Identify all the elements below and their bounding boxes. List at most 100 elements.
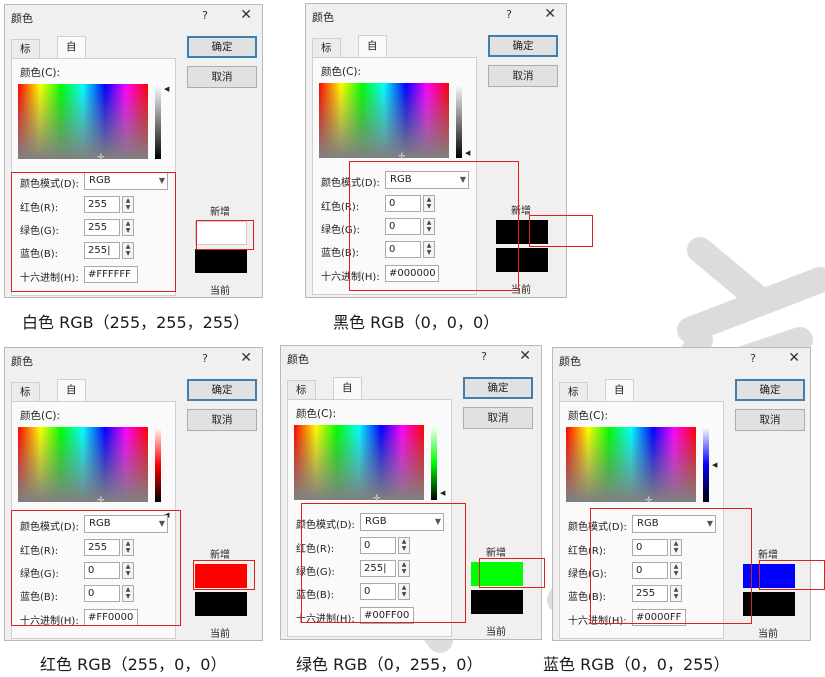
caption-5: 蓝色 RGB（0，0，255） bbox=[543, 655, 730, 674]
close-icon[interactable]: ✕ bbox=[240, 350, 252, 366]
ok-button[interactable]: 确定 bbox=[187, 379, 257, 401]
luminance-slider[interactable] bbox=[703, 427, 709, 502]
luminance-slider[interactable] bbox=[155, 84, 161, 159]
red-input[interactable]: 0 bbox=[632, 539, 668, 556]
blue-input[interactable]: 0 bbox=[360, 583, 396, 600]
tab-custom[interactable]: 自定义 bbox=[57, 36, 86, 95]
caption-1: 白色 RGB（255，255，255） bbox=[22, 313, 250, 332]
color-dialog-1: 颜色 ? ✕ 标准 自定义 颜色(C): ✛ ◀ 颜色模式(D): RGB ▼ … bbox=[4, 4, 263, 298]
tab-standard[interactable]: 标准 bbox=[287, 380, 316, 414]
chevron-down-icon: ▼ bbox=[706, 519, 713, 528]
cancel-button[interactable]: 取消 bbox=[735, 409, 805, 431]
luminance-slider[interactable] bbox=[456, 83, 462, 158]
crosshair-icon: ✛ bbox=[373, 494, 381, 504]
blue-input[interactable]: 0 bbox=[385, 241, 421, 258]
ok-button[interactable]: 确定 bbox=[187, 36, 257, 58]
custom-panel: 颜色(C): ✛ ◀ 颜色模式(D): RGB ▼ 红色(R): 0 ▲ ▼ 绿色… bbox=[287, 399, 452, 637]
color-spectrum[interactable] bbox=[18, 427, 148, 502]
cancel-button[interactable]: 取消 bbox=[463, 407, 533, 429]
hex-input[interactable]: #000000 bbox=[385, 265, 439, 282]
help-button[interactable]: ? bbox=[750, 352, 756, 365]
color-spectrum[interactable] bbox=[566, 427, 696, 502]
tab-standard[interactable]: 标准 bbox=[559, 382, 588, 416]
green-stepper[interactable]: ▲ ▼ bbox=[122, 219, 134, 236]
tab-custom[interactable]: 自定义 bbox=[605, 379, 634, 438]
green-stepper[interactable]: ▲ ▼ bbox=[122, 562, 134, 579]
tab-custom[interactable]: 自定义 bbox=[57, 379, 86, 438]
color-spectrum[interactable] bbox=[18, 84, 148, 159]
green-stepper[interactable]: ▲ ▼ bbox=[423, 218, 435, 235]
red-stepper[interactable]: ▲ ▼ bbox=[122, 196, 134, 213]
blue-stepper[interactable]: ▲ ▼ bbox=[423, 241, 435, 258]
green-input[interactable]: 255| bbox=[360, 560, 396, 577]
green-input[interactable]: 255 bbox=[84, 219, 120, 236]
color-mode-select[interactable]: RGB ▼ bbox=[84, 172, 168, 190]
red-input[interactable]: 255 bbox=[84, 539, 120, 556]
tab-custom[interactable]: 自定义 bbox=[333, 377, 362, 436]
current-color-label: 当前 bbox=[758, 629, 778, 640]
help-button[interactable]: ? bbox=[481, 350, 487, 363]
caption-4: 绿色 RGB（0，255，0） bbox=[296, 655, 483, 674]
green-label: 绿色(G): bbox=[568, 569, 607, 580]
green-input[interactable]: 0 bbox=[385, 218, 421, 235]
blue-input[interactable]: 255| bbox=[84, 242, 120, 259]
red-stepper[interactable]: ▲ ▼ bbox=[423, 195, 435, 212]
luminance-arrow-icon[interactable]: ◀ bbox=[712, 462, 717, 469]
cancel-button[interactable]: 取消 bbox=[488, 65, 558, 87]
blue-input[interactable]: 0 bbox=[84, 585, 120, 602]
color-mode-select[interactable]: RGB ▼ bbox=[360, 513, 444, 531]
color-spectrum[interactable] bbox=[294, 425, 424, 500]
custom-panel: 颜色(C): ✛ ◀ 颜色模式(D): RGB ▼ 红色(R): 255 ▲▼ … bbox=[11, 58, 176, 296]
tab-standard[interactable]: 标准 bbox=[312, 38, 341, 72]
red-label: 红色(R): bbox=[20, 546, 59, 557]
close-icon[interactable]: ✕ bbox=[544, 6, 556, 22]
red-stepper[interactable]: ▲ ▼ bbox=[670, 539, 682, 556]
help-button[interactable]: ? bbox=[202, 352, 208, 365]
hex-input[interactable]: #FF0000 bbox=[84, 609, 138, 626]
red-input[interactable]: 0 bbox=[385, 195, 421, 212]
ok-button[interactable]: 确定 bbox=[488, 35, 558, 57]
green-input[interactable]: 0 bbox=[84, 562, 120, 579]
hex-input[interactable]: #00FF00 bbox=[360, 607, 414, 624]
hex-input[interactable]: #FFFFFF bbox=[84, 266, 138, 283]
ok-button[interactable]: 确定 bbox=[463, 377, 533, 399]
blue-stepper[interactable]: ▲ ▼ bbox=[398, 583, 410, 600]
current-color-swatch bbox=[496, 248, 548, 272]
hex-input[interactable]: #0000FF bbox=[632, 609, 686, 626]
green-stepper[interactable]: ▲ ▼ bbox=[398, 560, 410, 577]
color-mode-select[interactable]: RGB ▼ bbox=[84, 515, 168, 533]
help-button[interactable]: ? bbox=[202, 9, 208, 22]
tab-standard[interactable]: 标准 bbox=[11, 382, 40, 416]
help-button[interactable]: ? bbox=[506, 8, 512, 21]
blue-stepper[interactable]: ▲ ▼ bbox=[122, 242, 134, 259]
chevron-down-icon: ▼ bbox=[158, 519, 165, 528]
cancel-button[interactable]: 取消 bbox=[187, 409, 257, 431]
blue-stepper[interactable]: ▲ ▼ bbox=[670, 585, 682, 602]
luminance-slider[interactable] bbox=[431, 425, 437, 500]
close-icon[interactable]: ✕ bbox=[240, 7, 252, 23]
tab-custom[interactable]: 自定义 bbox=[358, 35, 387, 94]
green-input[interactable]: 0 bbox=[632, 562, 668, 579]
cancel-button[interactable]: 取消 bbox=[187, 66, 257, 88]
red-label: 红色(R): bbox=[321, 202, 360, 213]
green-stepper[interactable]: ▲ ▼ bbox=[670, 562, 682, 579]
color-spectrum[interactable] bbox=[319, 83, 449, 158]
close-icon[interactable]: ✕ bbox=[788, 350, 800, 366]
color-mode-select[interactable]: RGB ▼ bbox=[385, 171, 469, 189]
close-icon[interactable]: ✕ bbox=[519, 348, 531, 364]
blue-input[interactable]: 255 bbox=[632, 585, 668, 602]
ok-button[interactable]: 确定 bbox=[735, 379, 805, 401]
dialog-title: 颜色 bbox=[287, 353, 309, 366]
blue-stepper[interactable]: ▲ ▼ bbox=[122, 585, 134, 602]
red-input[interactable]: 0 bbox=[360, 537, 396, 554]
red-stepper[interactable]: ▲ ▼ bbox=[398, 537, 410, 554]
red-stepper[interactable]: ▲ ▼ bbox=[122, 539, 134, 556]
luminance-arrow-icon[interactable]: ◀ bbox=[164, 86, 169, 93]
luminance-arrow-icon[interactable]: ◀ bbox=[465, 150, 470, 157]
red-input[interactable]: 255 bbox=[84, 196, 120, 213]
tab-standard[interactable]: 标准 bbox=[11, 39, 40, 73]
luminance-arrow-icon[interactable]: ◀ bbox=[440, 490, 445, 497]
color-mode-select[interactable]: RGB ▼ bbox=[632, 515, 716, 533]
luminance-slider[interactable] bbox=[155, 427, 161, 502]
colors-label: 颜色(C): bbox=[296, 408, 337, 420]
